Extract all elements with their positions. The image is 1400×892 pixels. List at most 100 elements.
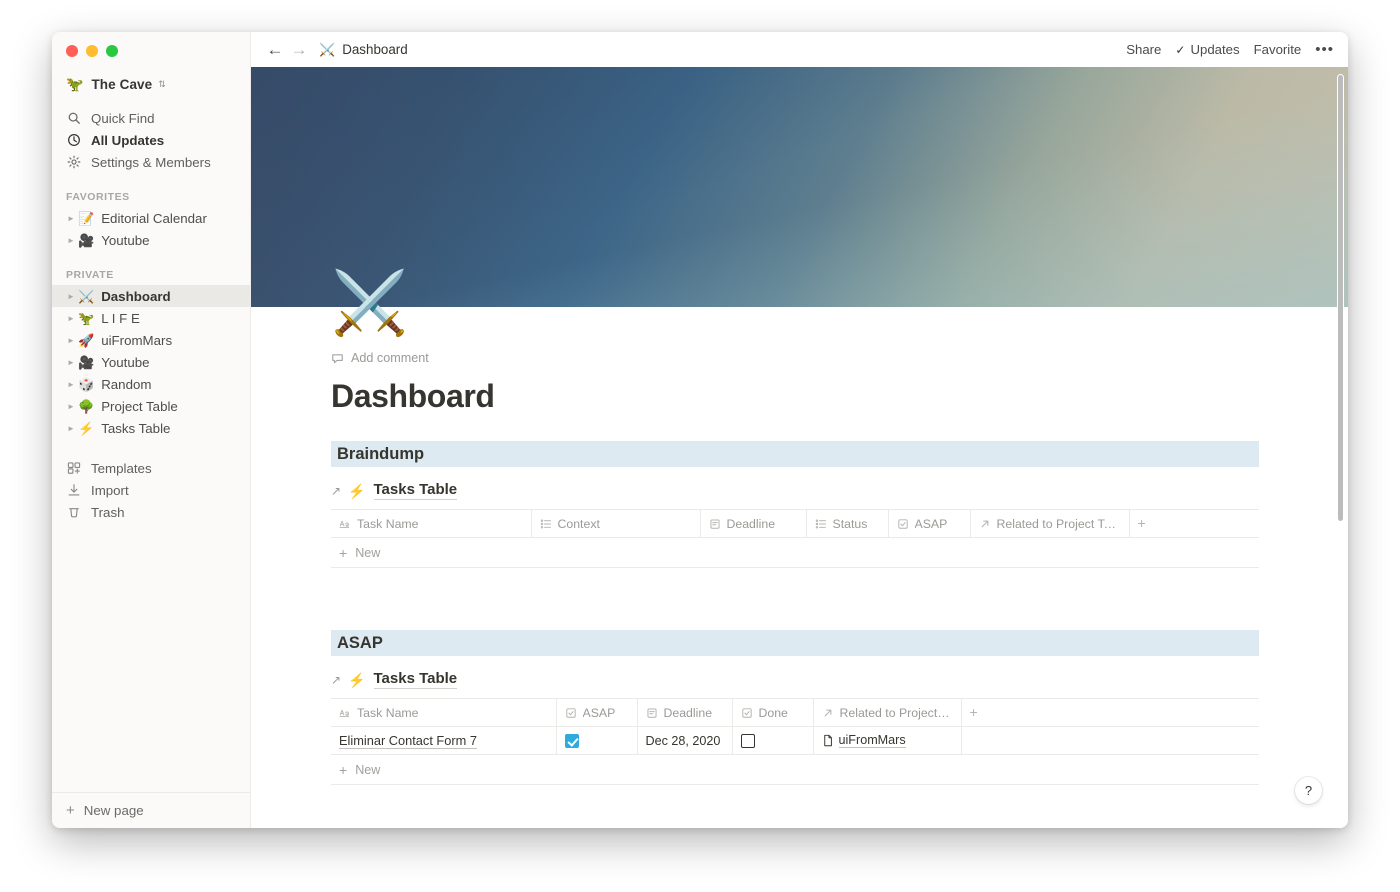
scroll-area: ⚔️ Add comment Dashboard Braindump ↗ ⚡ T… bbox=[251, 67, 1348, 828]
new-page-button[interactable]: + New page bbox=[52, 792, 250, 828]
sidebar-item-trash[interactable]: Trash bbox=[52, 501, 250, 523]
checkbox-icon bbox=[897, 518, 909, 530]
new-row-button-braindump[interactable]: + New bbox=[331, 538, 1259, 569]
sidebar-item-quick-find[interactable]: Quick Find bbox=[52, 107, 250, 129]
column-header-label: Status bbox=[832, 516, 868, 531]
sidebar-item-tasks-table[interactable]: ► ⚡ Tasks Table bbox=[52, 417, 250, 439]
more-options-button[interactable]: ••• bbox=[1315, 42, 1334, 57]
window-traffic-lights bbox=[52, 32, 250, 67]
column-header-status[interactable]: Status bbox=[806, 509, 889, 539]
sidebar-item-random[interactable]: ► 🎲 Random bbox=[52, 373, 250, 395]
asap-checkbox[interactable] bbox=[564, 734, 579, 749]
maximize-window-button[interactable] bbox=[106, 45, 118, 57]
database-name[interactable]: Tasks Table bbox=[373, 481, 458, 501]
column-header-context[interactable]: Context bbox=[531, 509, 701, 539]
add-comment-button[interactable]: Add comment bbox=[331, 351, 1261, 365]
sidebar-item-youtube-fav[interactable]: ► 🎥 Youtube bbox=[52, 229, 250, 251]
table-row[interactable]: Eliminar Contact Form 7 Dec 28, 2020 uiF… bbox=[331, 726, 1259, 756]
page-title[interactable]: Dashboard bbox=[331, 377, 1261, 415]
help-button[interactable]: ? bbox=[1295, 777, 1322, 804]
multiselect-icon bbox=[540, 518, 552, 530]
cell-related[interactable]: uiFromMars bbox=[813, 726, 962, 756]
sidebar-item-import[interactable]: Import bbox=[52, 479, 250, 501]
section-heading-braindump[interactable]: Braindump bbox=[331, 441, 1259, 468]
breadcrumb[interactable]: ⚔️ Dashboard bbox=[319, 42, 408, 57]
vertical-scrollbar[interactable] bbox=[1337, 74, 1344, 522]
add-comment-label: Add comment bbox=[351, 351, 429, 365]
new-row-button-asap[interactable]: + New bbox=[331, 755, 1259, 786]
database-title-asap[interactable]: ↗ ⚡ Tasks Table bbox=[331, 670, 1261, 690]
sidebar-item-templates[interactable]: Templates bbox=[52, 457, 250, 479]
page-emoji-icon: 🚀 bbox=[78, 332, 95, 348]
sidebar-item-life[interactable]: ► 🦖 L I F E bbox=[52, 307, 250, 329]
chevron-right-icon[interactable]: ► bbox=[64, 236, 78, 245]
sidebar-item-youtube[interactable]: ► 🎥 Youtube bbox=[52, 351, 250, 373]
share-button[interactable]: Share bbox=[1126, 42, 1161, 57]
column-header-label: Related to Project Tabl... bbox=[996, 516, 1121, 531]
done-checkbox[interactable] bbox=[740, 734, 755, 749]
back-button[interactable]: ← bbox=[265, 41, 285, 58]
workspace-switcher[interactable]: 🦖 The Cave ⇅ bbox=[52, 69, 250, 99]
chevron-right-icon[interactable]: ► bbox=[64, 358, 78, 367]
page-emoji-icon: 📝 bbox=[78, 210, 95, 226]
sidebar-item-settings-members[interactable]: Settings & Members bbox=[52, 151, 250, 173]
chevron-right-icon[interactable]: ► bbox=[64, 314, 78, 323]
open-external-icon[interactable]: ↗ bbox=[331, 674, 341, 686]
column-header-related[interactable]: Related to Project Tabl... bbox=[970, 509, 1130, 539]
column-header-done[interactable]: Done bbox=[732, 698, 814, 728]
sidebar-item-label: Youtube bbox=[101, 354, 150, 370]
minimize-window-button[interactable] bbox=[86, 45, 98, 57]
sidebar-item-all-updates[interactable]: All Updates bbox=[52, 129, 250, 151]
sidebar-section-favorites-label: FAVORITES bbox=[66, 191, 130, 203]
cell-asap[interactable] bbox=[556, 726, 638, 756]
column-header-deadline[interactable]: Deadline bbox=[637, 698, 733, 728]
cell-deadline[interactable]: Dec 28, 2020 bbox=[637, 726, 733, 756]
main-area: ← → ⚔️ Dashboard Share ✓ Updates Favorit… bbox=[251, 32, 1348, 828]
page-cover-image[interactable] bbox=[251, 67, 1348, 307]
column-header-asap[interactable]: ASAP bbox=[888, 509, 971, 539]
column-header-related[interactable]: Related to Project Table ... bbox=[813, 698, 962, 728]
cell-done[interactable] bbox=[732, 726, 814, 756]
add-column-button[interactable]: + bbox=[961, 698, 1259, 728]
section-heading-asap[interactable]: ASAP bbox=[331, 630, 1259, 657]
add-column-button[interactable]: + bbox=[1129, 509, 1259, 539]
database-title-braindump[interactable]: ↗ ⚡ Tasks Table bbox=[331, 481, 1261, 501]
chevron-right-icon[interactable]: ► bbox=[64, 380, 78, 389]
database-name[interactable]: Tasks Table bbox=[373, 670, 458, 690]
column-header-deadline[interactable]: Deadline bbox=[700, 509, 807, 539]
sidebar-item-label: Trash bbox=[91, 504, 125, 520]
chevron-right-icon[interactable]: ► bbox=[64, 402, 78, 411]
page-emoji-icon: ⚔️ bbox=[78, 288, 95, 304]
forward-button[interactable]: → bbox=[289, 41, 309, 58]
task-name-link[interactable]: Eliminar Contact Form 7 bbox=[339, 733, 477, 750]
favorite-button[interactable]: Favorite bbox=[1254, 42, 1302, 57]
sidebar-item-label: Settings & Members bbox=[91, 154, 211, 170]
column-header-asap[interactable]: ASAP bbox=[556, 698, 638, 728]
page-doc-icon bbox=[822, 734, 834, 747]
sidebar-item-editorial-calendar[interactable]: ► 📝 Editorial Calendar bbox=[52, 207, 250, 229]
page-icon-emoji[interactable]: ⚔️ bbox=[331, 273, 408, 335]
sidebar-item-dashboard[interactable]: ► ⚔️ Dashboard bbox=[52, 285, 250, 307]
updates-button[interactable]: ✓ Updates bbox=[1175, 42, 1239, 57]
sidebar-item-label: uiFromMars bbox=[101, 332, 173, 348]
close-window-button[interactable] bbox=[66, 45, 78, 57]
related-page-link[interactable]: uiFromMars bbox=[838, 733, 906, 749]
sidebar-item-label: Youtube bbox=[101, 232, 150, 248]
workspace-name: The Cave bbox=[91, 76, 153, 92]
column-header-task-name[interactable]: Task Name bbox=[331, 509, 532, 539]
chevron-right-icon[interactable]: ► bbox=[64, 214, 78, 223]
topbar: ← → ⚔️ Dashboard Share ✓ Updates Favorit… bbox=[251, 32, 1348, 67]
column-header-label: Task Name bbox=[357, 516, 419, 531]
sidebar-item-project-table[interactable]: ► 🌳 Project Table bbox=[52, 395, 250, 417]
cell-task-name[interactable]: Eliminar Contact Form 7 bbox=[331, 726, 557, 756]
new-row-label: New bbox=[355, 545, 381, 560]
open-external-icon[interactable]: ↗ bbox=[331, 485, 341, 497]
chevron-right-icon[interactable]: ► bbox=[64, 336, 78, 345]
chevron-right-icon[interactable]: ► bbox=[64, 424, 78, 433]
sidebar-item-uifrommars[interactable]: ► 🚀 uiFromMars bbox=[52, 329, 250, 351]
chevron-right-icon[interactable]: ► bbox=[64, 292, 78, 301]
column-header-task-name[interactable]: Task Name bbox=[331, 698, 557, 728]
